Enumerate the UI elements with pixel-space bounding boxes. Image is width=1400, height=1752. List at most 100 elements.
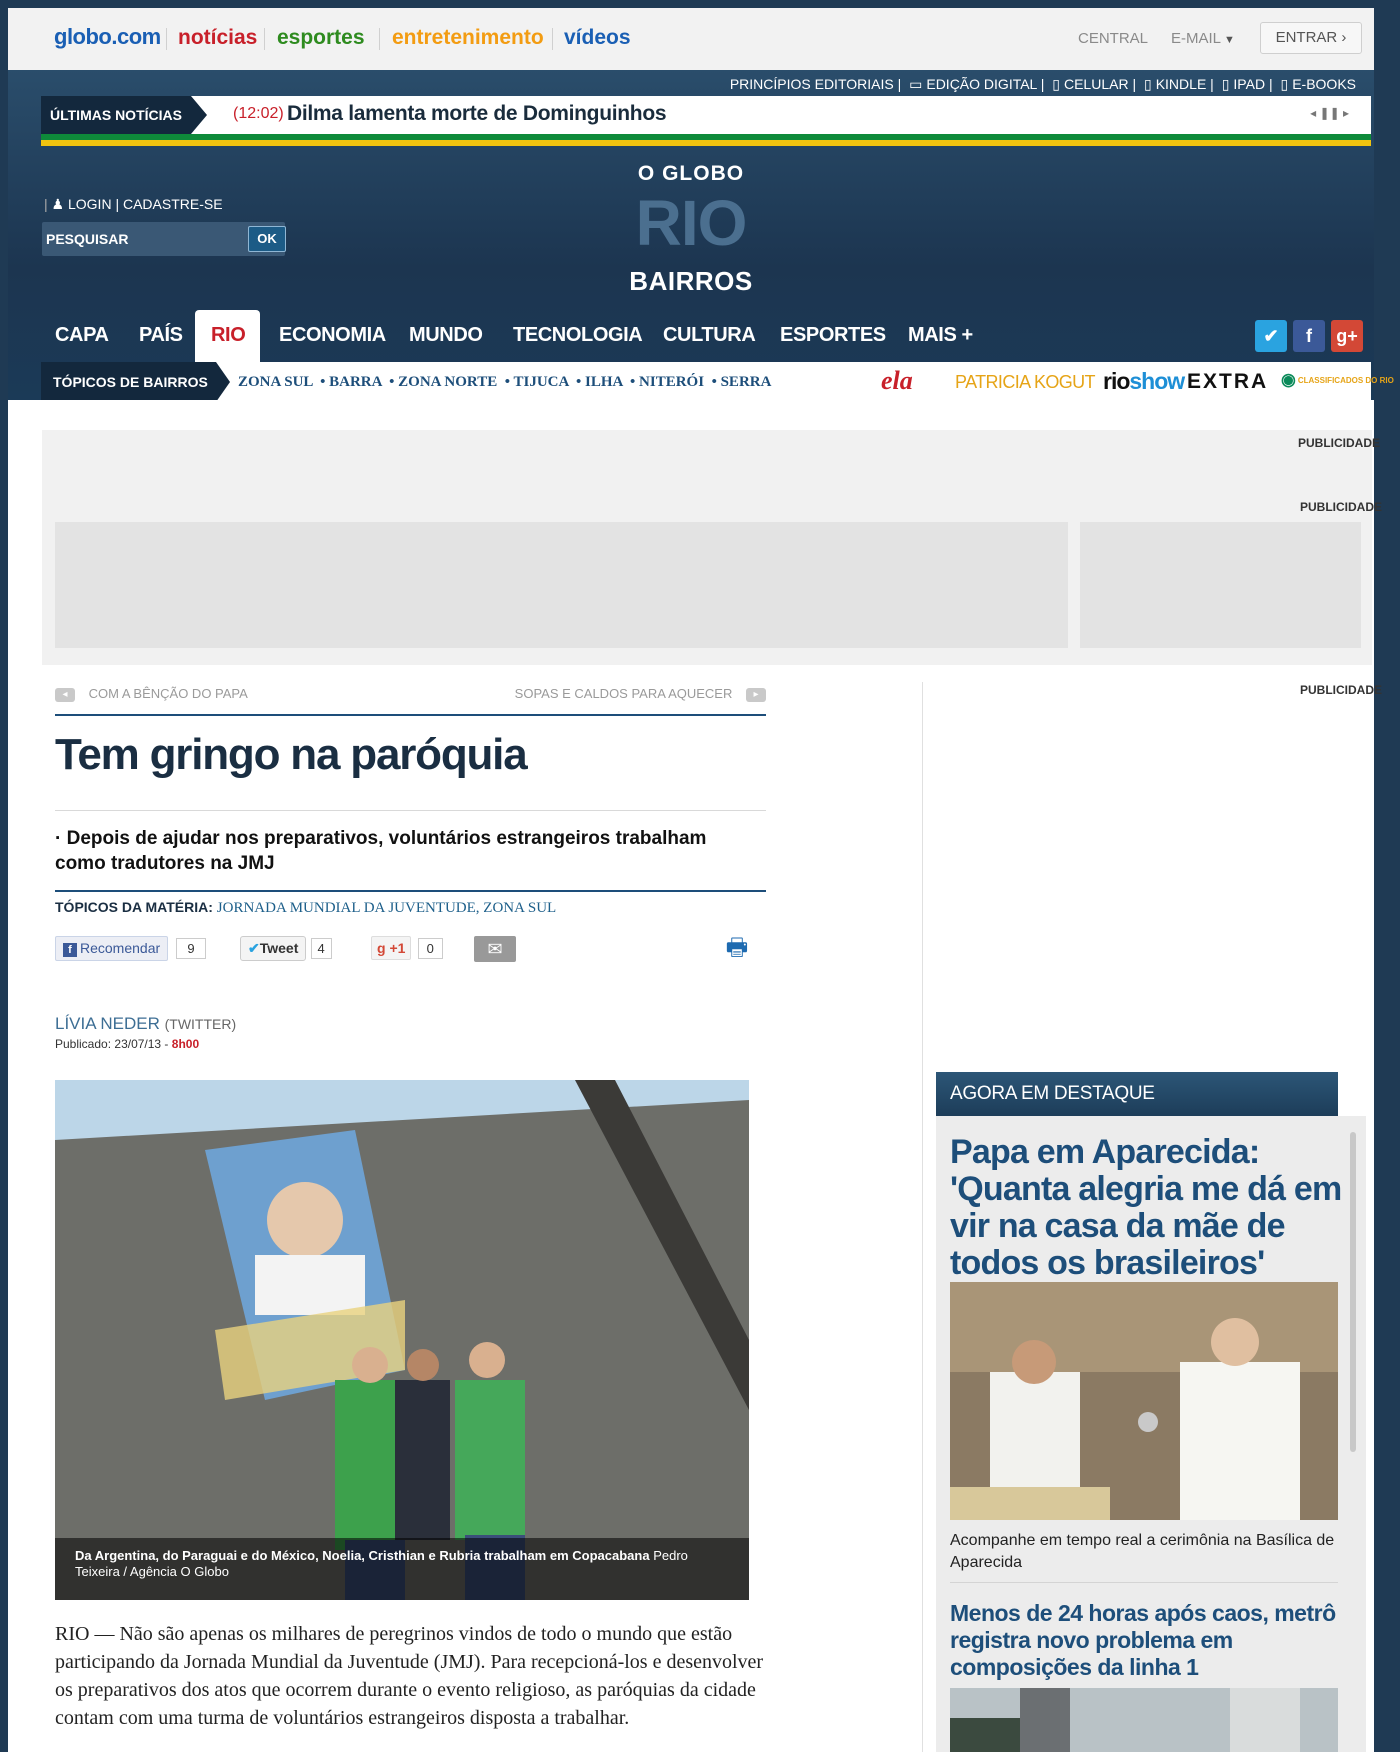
topic-link-ilha[interactable]: ILHA (585, 374, 623, 390)
ad-label-top: PUBLICIDADE (1297, 436, 1380, 450)
nav-item-mais[interactable]: MAIS + (908, 324, 973, 347)
brand-logo[interactable]: O GLOBO (8, 162, 1374, 186)
ad-slot-main[interactable] (55, 522, 1068, 648)
enter-button[interactable]: ENTRAR › (1260, 22, 1362, 54)
register-link[interactable]: CADASTRE-SE (123, 196, 223, 212)
ela-logo[interactable]: ela (881, 366, 913, 396)
rioshow-logo-rio: rio (1103, 368, 1130, 394)
pin-icon: ◉ (1281, 370, 1296, 389)
facebook-icon[interactable]: f (1293, 320, 1325, 352)
topic-link-barra[interactable]: BARRA (329, 374, 382, 390)
news-ticker: ÚLTIMAS NOTÍCIAS (12:02) Dilma lamenta m… (41, 96, 1371, 134)
author-twitter[interactable]: (TWITTER) (165, 1016, 237, 1032)
secondary-story-image[interactable] (950, 1688, 1338, 1752)
extra-logo[interactable]: EXTRA (1187, 370, 1268, 394)
divider (55, 890, 766, 892)
search-button[interactable]: OK (248, 226, 286, 252)
divider (379, 28, 380, 50)
prev-article-label: COM A BÊNÇÃO DO PAPA (88, 686, 248, 701)
globo-link-entretenimento[interactable]: entretenimento (392, 26, 544, 50)
author-name[interactable]: LÍVIA NEDER (55, 1014, 160, 1033)
article-topics: TÓPICOS DA MATÉRIA: JORNADA MUNDIAL DA J… (55, 899, 556, 917)
search-input[interactable] (44, 224, 223, 254)
featured-story-caption[interactable]: Acompanhe em tempo real a cerimônia na B… (950, 1530, 1340, 1574)
ad-label: PUBLICIDADE (1299, 500, 1382, 514)
top-link-ipad[interactable]: IPAD (1233, 76, 1265, 92)
kogut-logo[interactable]: PATRICIA KOGUT (955, 372, 1096, 393)
nav-item-tecnologia[interactable]: TECNOLOGIA (513, 324, 643, 347)
divider (264, 28, 265, 50)
featured-story-title[interactable]: Papa em Aparecida: 'Quanta alegria me dá… (950, 1134, 1350, 1282)
nav-item-mundo[interactable]: MUNDO (409, 324, 483, 347)
nav-item-economia[interactable]: ECONOMIA (279, 324, 386, 347)
search-box: OK (42, 222, 286, 256)
article-photo[interactable]: Da Argentina, do Paraguai e do México, N… (55, 1080, 749, 1600)
top-link-celular[interactable]: CELULAR (1064, 76, 1129, 92)
next-article-link[interactable]: SOPAS E CALDOS PARA AQUECER ▸ (515, 686, 766, 702)
ticker-controls[interactable]: ◂ ❚❚ ▸ (1310, 106, 1349, 120)
email-share-icon[interactable]: ✉ (474, 936, 516, 962)
globo-logo[interactable]: globo.com (54, 24, 161, 50)
subnav-label: TÓPICOS DE BAIRROS (41, 362, 216, 402)
googleplus-icon[interactable]: g+ (1331, 320, 1363, 352)
featured-story-image[interactable] (950, 1282, 1338, 1520)
ticker-label: ÚLTIMAS NOTÍCIAS (41, 96, 191, 134)
nav-item-rio[interactable]: RIO (211, 324, 246, 347)
top-link-ebooks[interactable]: E-BOOKS (1292, 76, 1356, 92)
topic-link-niteroi[interactable]: NITERÓI (639, 374, 704, 390)
tweet-label: Tweet (259, 940, 299, 956)
recommend-count: 9 (176, 938, 206, 959)
divider (166, 28, 167, 50)
masthead: PRINCÍPIOS EDITORIAIS | ▭ EDIÇÃO DIGITAL … (8, 70, 1394, 402)
globo-link-videos[interactable]: vídeos (564, 26, 631, 50)
top-link-edicao-digital[interactable]: EDIÇÃO DIGITAL (926, 76, 1036, 92)
topic-link-tijuca[interactable]: TIJUCA (513, 374, 568, 390)
topic-link-zona-norte[interactable]: ZONA NORTE (398, 374, 497, 390)
account-links: | ♟ LOGIN | CADASTRE-SE (44, 196, 223, 212)
central-link[interactable]: CENTRAL (1078, 30, 1148, 47)
published-time: 8h00 (171, 1037, 200, 1051)
divider (552, 28, 553, 50)
email-label: E-MAIL (1171, 30, 1222, 47)
topics-subnav: TÓPICOS DE BAIRROS ZONA SUL • BARRA • ZO… (41, 362, 1394, 402)
author-byline: LÍVIA NEDER (TWITTER) (55, 1014, 236, 1034)
nav-item-capa[interactable]: CAPA (55, 324, 109, 347)
nav-item-cultura[interactable]: CULTURA (663, 324, 756, 347)
ticker-headline[interactable]: Dilma lamenta morte de Dominguinhos (287, 102, 667, 126)
topic-link-zona-sul[interactable]: ZONA SUL (238, 374, 313, 390)
top-link-principios[interactable]: PRINCÍPIOS EDITORIAIS (730, 76, 894, 92)
email-dropdown[interactable]: E-MAIL ▼ (1171, 30, 1235, 47)
print-icon[interactable]: 🖶 (722, 934, 752, 962)
globo-link-esportes[interactable]: esportes (277, 26, 365, 50)
tweet-count: 4 (310, 938, 332, 959)
top-link-kindle[interactable]: KINDLE (1156, 76, 1207, 92)
topic-link-serra[interactable]: SERRA (721, 374, 772, 390)
topics-links[interactable]: JORNADA MUNDIAL DA JUVENTUDE, ZONA SUL (217, 900, 556, 916)
classificados-logo[interactable]: ◉ CLASSIFICADOS DO RIO (1281, 370, 1394, 390)
tweet-button[interactable]: ✔Tweet 4 (240, 936, 332, 962)
ad-label-side: PUBLICIDADE (1299, 683, 1382, 697)
flag-stripe (41, 134, 1371, 146)
secondary-story-title[interactable]: Menos de 24 horas após caos, metrô regis… (950, 1600, 1350, 1681)
recommend-label: Recomendar (80, 940, 161, 956)
monitor-icon: ▭ (909, 76, 923, 92)
twitter-icon[interactable]: ✔ (1255, 320, 1287, 352)
top-links: PRINCÍPIOS EDITORIAIS | ▭ EDIÇÃO DIGITAL … (729, 76, 1356, 92)
phone-icon: ▯ (1052, 76, 1060, 92)
globo-link-noticias[interactable]: notícias (178, 26, 257, 50)
prev-article-link[interactable]: ◂ COM A BÊNÇÃO DO PAPA (55, 686, 248, 702)
ad-slot-side[interactable] (1080, 522, 1361, 648)
rioshow-logo[interactable]: rioshow (1103, 368, 1185, 395)
twitter-bird-icon: ✔ (248, 940, 260, 956)
scrollbar[interactable] (1350, 1132, 1356, 1452)
nav-item-pais[interactable]: PAÍS (139, 324, 183, 347)
gplus-button[interactable]: g +1 0 (371, 936, 443, 962)
column-divider (922, 682, 923, 1752)
login-link[interactable]: LOGIN (68, 196, 112, 212)
photo-caption: Da Argentina, do Paraguai e do México, N… (55, 1538, 749, 1600)
gplus-count: 0 (417, 938, 443, 959)
secondary-image-illustration (950, 1688, 1338, 1752)
subsection-title: BAIRROS (629, 266, 753, 296)
nav-item-esportes[interactable]: ESPORTES (780, 324, 886, 347)
facebook-recommend-button[interactable]: f Recomendar 9 (55, 936, 206, 962)
